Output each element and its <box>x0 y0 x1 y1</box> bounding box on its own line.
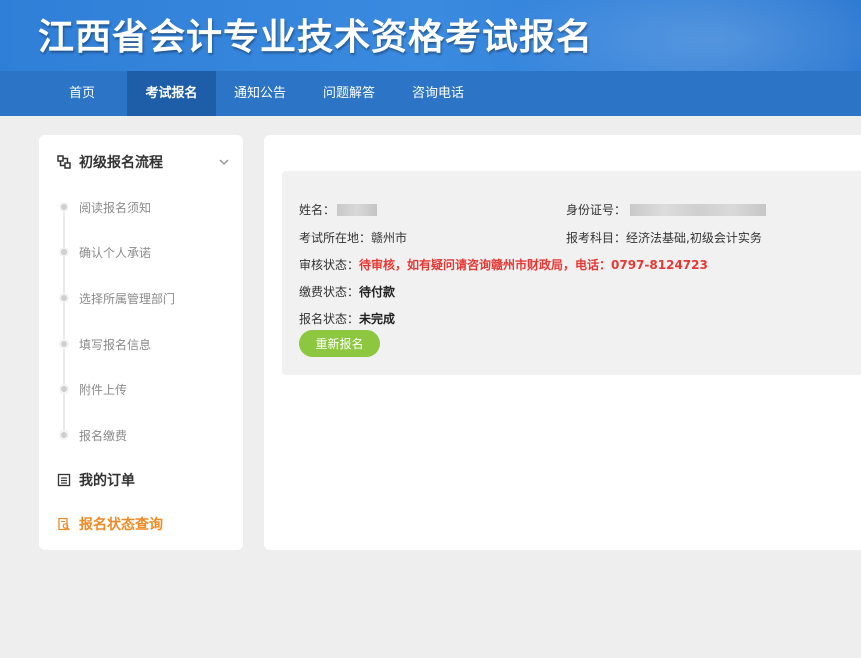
step-label: 报名缴费 <box>79 428 128 443</box>
step-label: 附件上传 <box>79 382 128 397</box>
sidebar-my-orders[interactable]: 我的订单 <box>57 469 135 491</box>
sidebar: 初级报名流程 阅读报名须知 确认个人承诺 选择所属管理部门 填写报名信息 附件上… <box>39 135 243 550</box>
name-row: 姓名： <box>299 201 378 218</box>
step-dot <box>59 384 69 394</box>
registration-info-box: 姓名： 身份证号： 考试所在地： 赣州市 报考科目： 经济法基础,初级会计实务 … <box>282 171 861 375</box>
sidebar-status-query[interactable]: 报名状态查询 <box>57 513 163 535</box>
site-title: 江西省会计专业技术资格考试报名 <box>38 17 594 58</box>
main-nav: 首页 考试报名 通知公告 问题解答 咨询电话 <box>0 71 861 116</box>
location-label: 考试所在地： <box>299 231 372 245</box>
nav-home[interactable]: 首页 <box>50 71 114 116</box>
step-dot <box>59 293 69 303</box>
step-label: 选择所属管理部门 <box>79 291 176 306</box>
signup-row: 报名状态： 未完成 <box>299 310 395 327</box>
location-value: 赣州市 <box>371 231 408 245</box>
nav-contact[interactable]: 咨询电话 <box>403 71 473 116</box>
payment-label: 缴费状态： <box>299 285 360 299</box>
review-row: 审核状态： 待审核，如有疑问请咨询赣州市财政局，电话：0797-8124723 <box>299 256 708 273</box>
step-read-notice[interactable]: 阅读报名须知 <box>59 197 151 217</box>
subjects-row: 报考科目： 经济法基础,初级会计实务 <box>566 229 762 246</box>
step-upload-attachments[interactable]: 附件上传 <box>59 379 127 399</box>
step-select-department[interactable]: 选择所属管理部门 <box>59 288 175 308</box>
review-value: 待审核，如有疑问请咨询赣州市财政局，电话：0797-8124723 <box>359 258 708 272</box>
step-label: 填写报名信息 <box>79 337 152 352</box>
name-label: 姓名： <box>299 203 336 217</box>
id-row: 身份证号： <box>566 201 767 218</box>
document-search-icon <box>58 517 70 531</box>
name-value-redacted <box>337 203 378 216</box>
signup-value: 未完成 <box>359 312 396 326</box>
header-banner: 江西省会计专业技术资格考试报名 <box>0 0 861 71</box>
payment-row: 缴费状态： 待付款 <box>299 283 395 300</box>
step-label: 确认个人承诺 <box>79 245 152 260</box>
step-label: 阅读报名须知 <box>79 200 152 215</box>
id-value-redacted <box>630 203 767 216</box>
step-dot <box>59 247 69 257</box>
sidebar-section-header[interactable]: 初级报名流程 <box>57 151 229 173</box>
step-fill-info[interactable]: 填写报名信息 <box>59 334 151 354</box>
step-dot <box>59 339 69 349</box>
sidebar-section-title: 初级报名流程 <box>79 155 163 171</box>
nav-exam-signup[interactable]: 考试报名 <box>127 71 216 116</box>
nav-notices[interactable]: 通知公告 <box>226 71 294 116</box>
payment-value: 待付款 <box>359 285 396 299</box>
my-orders-label: 我的订单 <box>79 473 135 489</box>
id-label: 身份证号： <box>566 203 627 217</box>
step-payment[interactable]: 报名缴费 <box>59 425 127 445</box>
main-panel: 姓名： 身份证号： 考试所在地： 赣州市 报考科目： 经济法基础,初级会计实务 … <box>264 135 861 550</box>
signup-label: 报名状态： <box>299 312 360 326</box>
step-dot <box>59 430 69 440</box>
chevron-down-icon <box>219 159 229 166</box>
subjects-label: 报考科目： <box>566 231 627 245</box>
location-row: 考试所在地： 赣州市 <box>299 229 407 246</box>
step-confirm-pledge[interactable]: 确认个人承诺 <box>59 242 151 262</box>
step-dot <box>59 202 69 212</box>
retry-signup-button[interactable]: 重新报名 <box>299 330 380 357</box>
subjects-value: 经济法基础,初级会计实务 <box>626 231 762 245</box>
flow-chart-icon <box>57 155 71 169</box>
list-icon <box>57 473 71 487</box>
status-query-label: 报名状态查询 <box>79 517 163 533</box>
review-label: 审核状态： <box>299 258 360 272</box>
nav-faq[interactable]: 问题解答 <box>314 71 384 116</box>
